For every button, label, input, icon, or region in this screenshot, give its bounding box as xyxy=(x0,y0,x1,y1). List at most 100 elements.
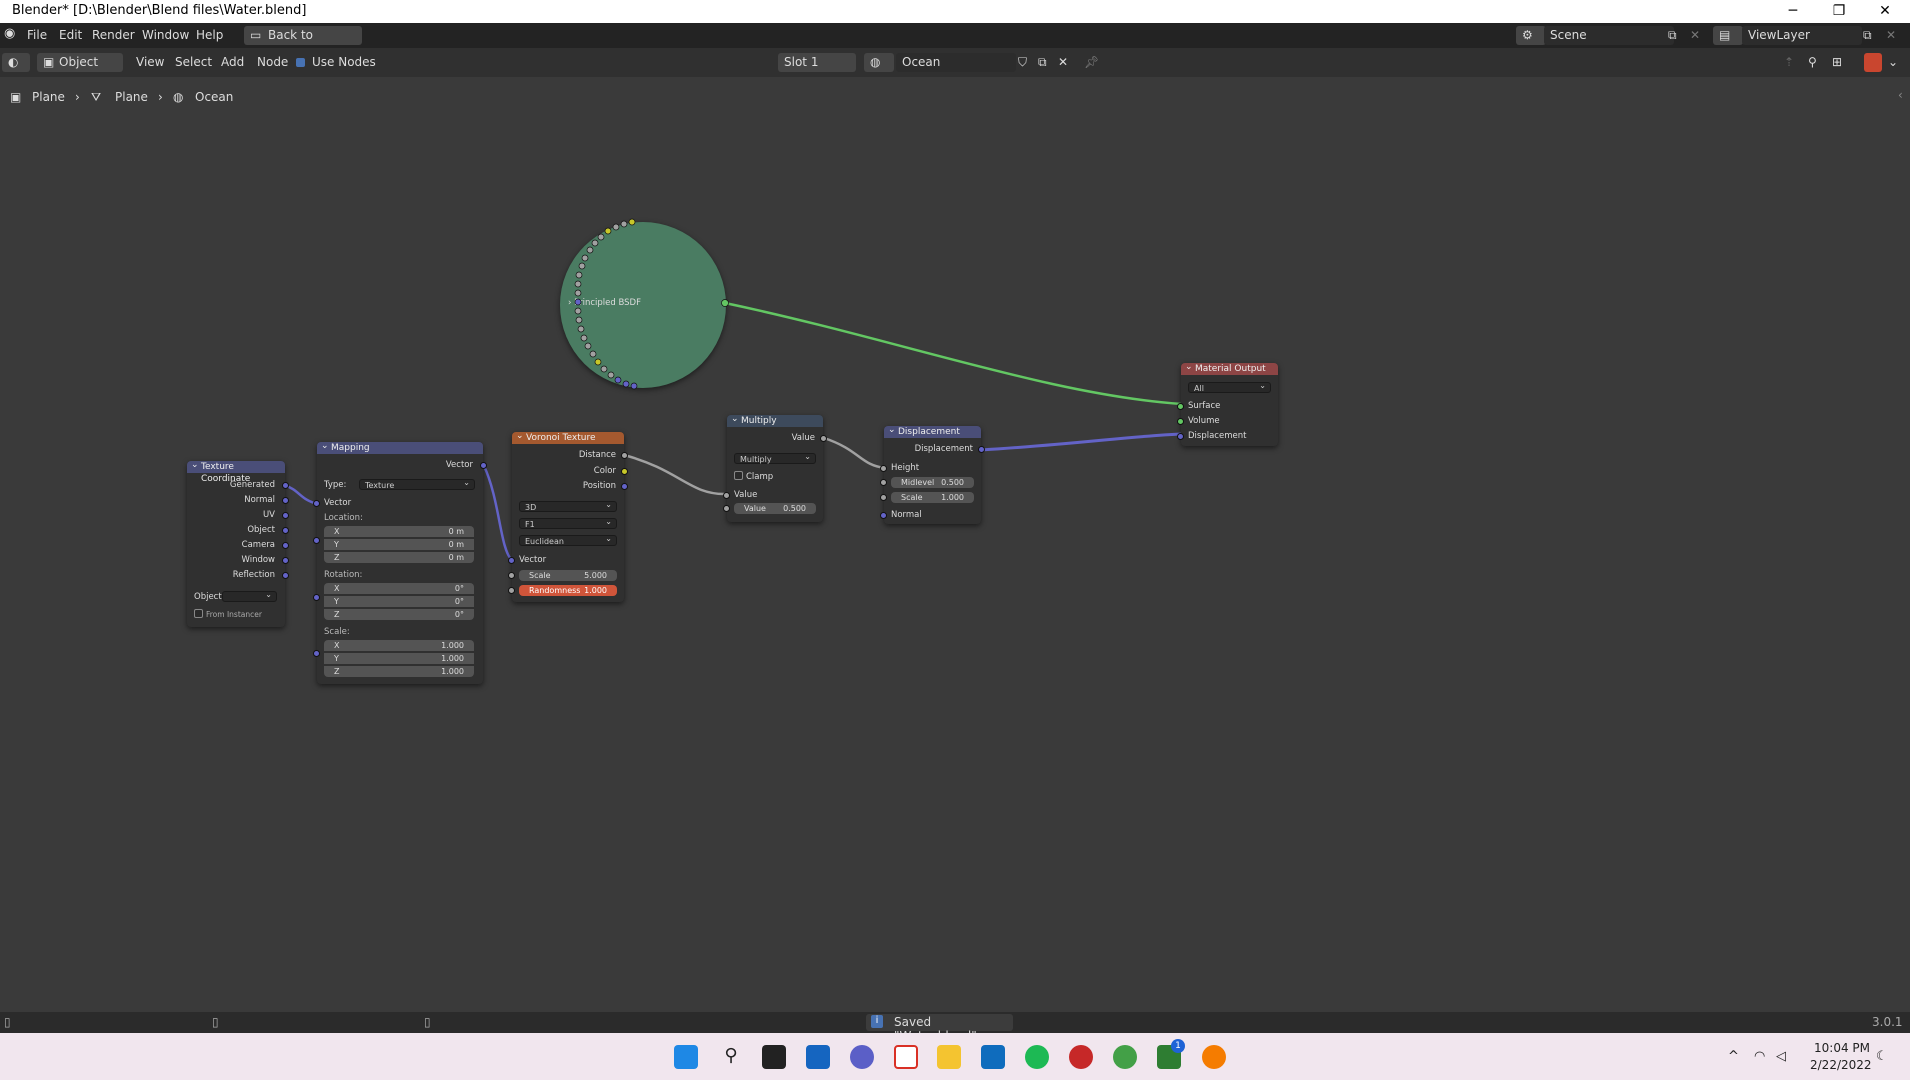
chrome-profile-icon[interactable] xyxy=(1069,1045,1093,1069)
scl-z-field[interactable]: Z 1.000 xyxy=(324,666,474,677)
socket-vector-in[interactable] xyxy=(508,557,515,564)
socket-camera[interactable] xyxy=(282,542,289,549)
operation-dropdown[interactable]: Multiply xyxy=(734,451,816,464)
socket-normal[interactable] xyxy=(282,497,289,504)
socket-volume[interactable] xyxy=(1177,418,1184,425)
start-icon[interactable] xyxy=(674,1045,698,1069)
type-dropdown[interactable]: Texture xyxy=(359,477,475,490)
material-output-header[interactable]: Material Output xyxy=(1181,361,1278,375)
clock-date[interactable]: 2/22/2022 xyxy=(1810,1058,1872,1072)
output-camera: Camera xyxy=(241,540,275,550)
axis-label: X xyxy=(334,527,340,536)
socket-window[interactable] xyxy=(282,557,289,564)
socket-scale[interactable] xyxy=(313,650,320,657)
socket-reflection[interactable] xyxy=(282,572,289,579)
socket-uv[interactable] xyxy=(282,512,289,519)
xbox-icon[interactable]: 1 xyxy=(1157,1039,1185,1069)
metric-dropdown[interactable]: Euclidean xyxy=(519,533,617,546)
status-bar: ▯ ▯ ▯ i Saved "Water.blend" 3.0.1 xyxy=(0,1012,1910,1043)
displacement-header[interactable]: Displacement xyxy=(884,424,981,438)
socket-generated[interactable] xyxy=(282,482,289,489)
chrome-icon[interactable] xyxy=(1113,1045,1137,1069)
socket-object[interactable] xyxy=(282,527,289,534)
loc-x-field[interactable]: X 0 m xyxy=(324,526,474,537)
dimensions-dropdown[interactable]: 3D xyxy=(519,499,617,512)
rot-y-field[interactable]: Y 0° xyxy=(324,596,474,607)
disp-scale-field[interactable]: Scale 1.000 xyxy=(891,492,974,503)
socket-vector-in[interactable] xyxy=(313,500,320,507)
mouse-middle-icon: ▯ xyxy=(212,1015,219,1029)
output-generated: Generated xyxy=(229,480,275,490)
store-icon[interactable] xyxy=(981,1045,1005,1069)
rot-z-field[interactable]: Z 0° xyxy=(324,609,474,620)
widgets-icon[interactable] xyxy=(806,1045,830,1069)
texture-coordinate-header[interactable]: Texture Coordinate xyxy=(187,459,285,484)
target-dropdown[interactable]: All xyxy=(1188,380,1271,393)
material-output-node[interactable]: Material Output All Surface Volume Displ… xyxy=(1177,361,1278,446)
socket-surface[interactable] xyxy=(1177,403,1184,410)
socket-vector-out[interactable] xyxy=(480,462,487,469)
socket-rotation[interactable] xyxy=(313,594,320,601)
scl-y-field[interactable]: Y 1.000 xyxy=(324,653,474,664)
from-instancer-checkbox[interactable] xyxy=(194,609,203,618)
socket-displacement-in[interactable] xyxy=(1177,433,1184,440)
blender-taskbar-icon[interactable] xyxy=(1202,1045,1226,1069)
mapping-header[interactable]: Mapping xyxy=(317,440,483,454)
object-picker[interactable] xyxy=(222,589,277,602)
socket-midlevel[interactable] xyxy=(880,479,887,486)
socket-distance[interactable] xyxy=(621,452,628,459)
blender-version: 3.0.1 xyxy=(1872,1015,1903,1029)
scl-x-field[interactable]: X 1.000 xyxy=(324,640,474,651)
texture-coordinate-node[interactable]: Texture Coordinate Generated Normal UV O… xyxy=(187,459,289,627)
multiply-node[interactable]: Multiply Value Multiply Clamp Value Valu… xyxy=(723,413,827,522)
rot-x-field[interactable]: X 0° xyxy=(324,583,474,594)
teams-chat-icon[interactable] xyxy=(850,1045,874,1069)
clock-time[interactable]: 10:04 PM xyxy=(1814,1041,1870,1055)
loc-z-field[interactable]: Z 0 m xyxy=(324,552,474,563)
midlevel-label: Midlevel xyxy=(901,478,935,487)
scale-label: Scale: xyxy=(324,627,350,637)
mouse-left-icon: ▯ xyxy=(4,1015,11,1029)
socket-location[interactable] xyxy=(313,537,320,544)
axis-label: Y xyxy=(334,597,339,606)
randomness-field-label: Randomness xyxy=(529,586,581,595)
notification-badge: 1 xyxy=(1171,1039,1185,1053)
socket-height[interactable] xyxy=(880,465,887,472)
wifi-icon[interactable]: ◠ xyxy=(1754,1049,1765,1064)
axis-value: 0° xyxy=(454,584,464,593)
loc-y-field[interactable]: Y 0 m xyxy=(324,539,474,550)
position-output-label: Position xyxy=(582,481,616,491)
socket-randomness[interactable] xyxy=(508,587,515,594)
focus-assist-icon[interactable]: ☾ xyxy=(1876,1049,1888,1064)
multiply-header[interactable]: Multiply xyxy=(727,413,823,427)
clamp-checkbox[interactable] xyxy=(734,471,743,480)
socket-position[interactable] xyxy=(621,483,628,490)
volume-icon[interactable]: ◁ xyxy=(1776,1049,1786,1064)
task-view-icon[interactable] xyxy=(762,1045,786,1069)
search-icon[interactable]: ⚲ xyxy=(719,1045,743,1069)
principled-sockets xyxy=(574,218,729,390)
feature-dropdown[interactable]: F1 xyxy=(519,516,617,529)
sidebar-toggle-icon[interactable]: ‹ xyxy=(1898,88,1903,102)
disp-scale-value: 1.000 xyxy=(941,493,964,502)
socket-normal[interactable] xyxy=(880,512,887,519)
socket-displacement-out[interactable] xyxy=(978,446,985,453)
scale-field[interactable]: Scale 5.000 xyxy=(519,570,617,581)
displacement-node[interactable]: Displacement Displacement Height Midleve… xyxy=(880,424,985,524)
value-field[interactable]: Value 0.500 xyxy=(734,503,816,514)
socket-color[interactable] xyxy=(621,468,628,475)
socket-scale[interactable] xyxy=(508,572,515,579)
socket-value-out[interactable] xyxy=(820,435,827,442)
mapping-node[interactable]: Mapping Vector Type: Texture Vector Loca… xyxy=(313,440,487,684)
show-hidden-icons-icon[interactable]: ^ xyxy=(1728,1049,1739,1064)
socket-value-2[interactable] xyxy=(723,505,730,512)
spotify-icon[interactable] xyxy=(1025,1045,1049,1069)
gmail-icon[interactable] xyxy=(894,1045,918,1069)
file-explorer-icon[interactable] xyxy=(937,1045,961,1069)
socket-scale[interactable] xyxy=(880,494,887,501)
randomness-field[interactable]: Randomness 1.000 xyxy=(519,585,617,596)
voronoi-header[interactable]: Voronoi Texture xyxy=(512,430,624,444)
midlevel-field[interactable]: Midlevel 0.500 xyxy=(891,477,974,488)
socket-value-in[interactable] xyxy=(723,492,730,499)
voronoi-texture-node[interactable]: Voronoi Texture Distance Color Position … xyxy=(508,430,628,602)
